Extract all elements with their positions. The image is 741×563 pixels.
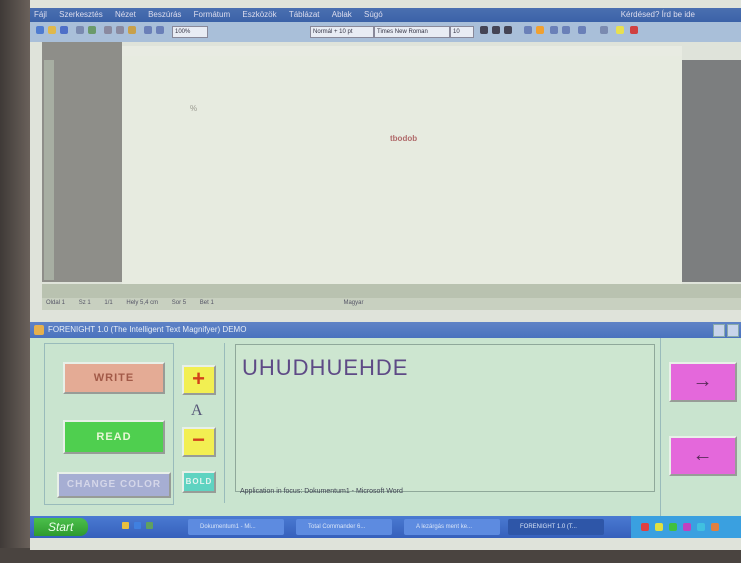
taskbar: Start Dokumentum1 - Mi... Total Commande… xyxy=(30,516,741,538)
mode-panel: WRITE READ CHANGE COLOR xyxy=(44,343,174,505)
status-page: Oldal 1 xyxy=(46,300,66,306)
style-select[interactable]: Normál + 10 pt xyxy=(310,26,374,38)
bold-format-icon[interactable] xyxy=(480,26,488,34)
room-wall xyxy=(0,0,30,563)
app-logo-icon xyxy=(34,325,44,335)
border-icon[interactable] xyxy=(600,26,608,34)
size-select[interactable]: 10 xyxy=(450,26,474,38)
document-right-margin xyxy=(682,60,741,282)
prev-arrow-button[interactable]: ← xyxy=(669,436,737,476)
save-icon[interactable] xyxy=(60,26,68,34)
open-folder-icon[interactable] xyxy=(48,26,56,34)
quicklaunch-icon-3[interactable] xyxy=(146,522,153,529)
underline-format-icon[interactable] xyxy=(504,26,512,34)
close-icon[interactable] xyxy=(727,324,739,337)
numbering-icon[interactable] xyxy=(550,26,558,34)
vertical-ruler xyxy=(44,60,54,280)
menu-tools[interactable]: Eszközök xyxy=(242,10,276,19)
indent-icon[interactable] xyxy=(578,26,586,34)
menu-table[interactable]: Táblázat xyxy=(289,10,320,19)
preview-icon[interactable] xyxy=(88,26,96,34)
increase-size-button[interactable]: + xyxy=(182,365,216,395)
menu-edit[interactable]: Szerkesztés xyxy=(59,10,103,19)
document-page[interactable] xyxy=(122,56,682,284)
tray-icon-4[interactable] xyxy=(683,523,691,531)
document-text-word: tbodob xyxy=(390,134,418,143)
align-center-icon[interactable] xyxy=(536,26,544,34)
menu-file[interactable]: Fájl xyxy=(34,10,47,19)
task-forenight[interactable]: FORENIGHT 1.0 (T... xyxy=(508,519,604,535)
zoom-select[interactable]: 100% xyxy=(172,26,208,38)
redo-icon[interactable] xyxy=(156,26,164,34)
navigation-panel: → ← xyxy=(660,338,741,516)
tray-icon-3[interactable] xyxy=(669,523,677,531)
undo-icon[interactable] xyxy=(144,26,152,34)
status-position: Hely 5,4 cm xyxy=(126,300,159,306)
status-column: Bet 1 xyxy=(199,300,214,306)
decrease-size-button[interactable]: − xyxy=(182,427,216,457)
new-doc-icon[interactable] xyxy=(36,26,44,34)
task-third-window[interactable]: A lezárgás ment ke... xyxy=(404,519,500,535)
print-icon[interactable] xyxy=(76,26,84,34)
app-titlebar: FORENIGHT 1.0 (The Intelligent Text Magn… xyxy=(30,322,741,338)
projected-screen: Fájl Szerkesztés Nézet Beszúrás Formátum… xyxy=(30,0,741,550)
quicklaunch-icon-1[interactable] xyxy=(122,522,129,529)
menu-help[interactable]: Súgó xyxy=(364,10,383,19)
magnified-text-area[interactable]: UHUDHUEHDE xyxy=(235,344,655,492)
font-size-letter: A xyxy=(191,402,203,419)
bullets-icon[interactable] xyxy=(562,26,570,34)
italic-format-icon[interactable] xyxy=(492,26,500,34)
tray-icon-5[interactable] xyxy=(697,523,705,531)
room-floor xyxy=(0,548,741,563)
start-button[interactable]: Start xyxy=(34,518,88,536)
document-text-mark: % xyxy=(190,104,198,113)
align-left-icon[interactable] xyxy=(524,26,532,34)
word-statusbar: Oldal 1 Sz 1 1/1 Hely 5,4 cm Sor 5 Bet 1… xyxy=(42,298,741,310)
tray-icon-6[interactable] xyxy=(711,523,719,531)
next-arrow-button[interactable]: → xyxy=(669,362,737,402)
write-button[interactable]: WRITE xyxy=(63,362,165,394)
word-menubar: Fájl Szerkesztés Nézet Beszúrás Formátum… xyxy=(30,8,741,22)
menu-format[interactable]: Formátum xyxy=(194,10,230,19)
read-button[interactable]: READ xyxy=(63,420,165,454)
paste-icon[interactable] xyxy=(128,26,136,34)
copy-icon[interactable] xyxy=(116,26,124,34)
app-body: WRITE READ CHANGE COLOR + A − BOLD UHUDH… xyxy=(30,338,741,516)
document-left-margin xyxy=(42,42,122,282)
status-section: Sz 1 xyxy=(78,300,91,306)
task-word[interactable]: Dokumentum1 - Mi... xyxy=(188,519,284,535)
tray-icon-2[interactable] xyxy=(655,523,663,531)
menu-view[interactable]: Nézet xyxy=(115,10,136,19)
status-language: Magyar xyxy=(343,300,364,306)
font-color-icon[interactable] xyxy=(630,26,638,34)
menu-window[interactable]: Ablak xyxy=(332,10,352,19)
focus-status: Application in focus: Dokumentum1 - Micr… xyxy=(240,488,403,495)
minimize-icon[interactable] xyxy=(713,324,725,337)
menu-insert[interactable]: Beszúrás xyxy=(148,10,181,19)
horizontal-scrollbar[interactable] xyxy=(42,284,741,298)
task-total-commander[interactable]: Total Commander 6... xyxy=(296,519,392,535)
status-pages: 1/1 xyxy=(104,300,113,306)
format-panel: + A − BOLD xyxy=(178,343,225,503)
highlight-icon[interactable] xyxy=(616,26,624,34)
system-tray xyxy=(631,516,741,538)
tray-icon-1[interactable] xyxy=(641,523,649,531)
cut-icon[interactable] xyxy=(104,26,112,34)
typed-text: UHUDHUEHDE xyxy=(242,355,409,380)
bold-button[interactable]: BOLD xyxy=(182,471,216,493)
status-line: Sor 5 xyxy=(171,300,187,306)
word-toolbar: 100% Normál + 10 pt Times New Roman 10 xyxy=(30,22,741,42)
help-question-box[interactable]: Kérdésed? Írd be ide xyxy=(621,10,695,19)
app-title: FORENIGHT 1.0 (The Intelligent Text Magn… xyxy=(48,325,247,334)
quicklaunch-icon-2[interactable] xyxy=(134,522,141,529)
font-select[interactable]: Times New Roman xyxy=(374,26,450,38)
change-color-button[interactable]: CHANGE COLOR xyxy=(57,472,171,498)
